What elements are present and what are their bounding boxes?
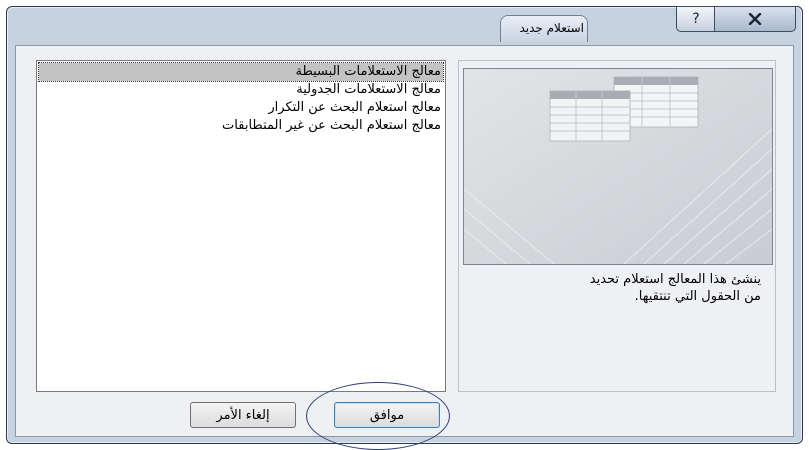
- description-line: ينشئ هذا المعالج استعلام تحديد: [589, 272, 761, 287]
- list-item[interactable]: معالج الاستعلامات الجدولية: [39, 81, 443, 99]
- wizard-preview-image: [463, 68, 773, 265]
- table-illustration-icon: [464, 69, 772, 264]
- wizard-description: ينشئ هذا المعالج استعلام تحديد من الحقول…: [471, 271, 761, 305]
- title-bar[interactable]: استعلام جديد ?: [7, 6, 802, 43]
- dialog-title: استعلام جديد: [519, 21, 584, 35]
- preview-panel: ينشئ هذا المعالج استعلام تحديد من الحقول…: [458, 60, 776, 392]
- close-button[interactable]: [714, 6, 796, 32]
- list-item[interactable]: معالج استعلام البحث عن غير المتطابقات: [39, 117, 443, 135]
- help-button[interactable]: ?: [676, 6, 716, 32]
- list-item[interactable]: معالج استعلام البحث عن التكرار: [39, 99, 443, 117]
- cancel-button[interactable]: إلغاء الأمر: [190, 402, 296, 428]
- ok-button[interactable]: موافق: [334, 402, 440, 428]
- description-line: من الحقول التي تنتقيها.: [634, 289, 761, 304]
- dialog-client-area: معالج الاستعلامات البسيطة معالج الاستعلا…: [15, 45, 794, 437]
- help-icon: ?: [692, 11, 700, 27]
- wizard-listbox[interactable]: معالج الاستعلامات البسيطة معالج الاستعلا…: [36, 60, 446, 392]
- close-icon: [748, 13, 762, 25]
- new-query-dialog: استعلام جديد ? معالج الاستعلامات البسيطة…: [6, 6, 803, 444]
- list-item[interactable]: معالج الاستعلامات البسيطة: [38, 62, 444, 82]
